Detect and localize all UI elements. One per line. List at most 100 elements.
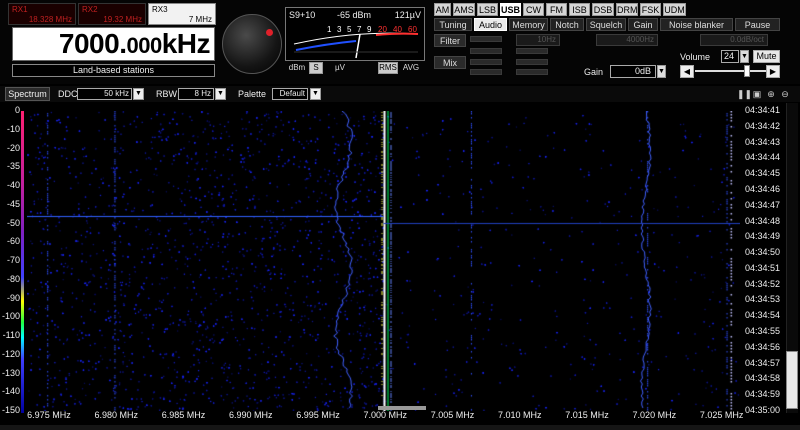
mode-fsk-button[interactable]: FSK	[640, 3, 661, 16]
pause-icon[interactable]: ❚❚	[737, 89, 752, 99]
x-tick-label: 7.005 MHz	[430, 410, 475, 420]
zoom-in-icon[interactable]: ⊕	[766, 89, 776, 99]
s-meter-needle	[355, 33, 361, 59]
mix-bar-3	[470, 69, 502, 75]
band-label: Land-based stations	[12, 64, 215, 77]
time-label: 04:34:42	[745, 120, 781, 131]
x-tick-label: 6.980 MHz	[94, 410, 138, 420]
time-label: 04:34:57	[745, 357, 781, 368]
save-icon[interactable]: ▣	[752, 89, 762, 99]
rx3-name: RX3	[152, 5, 168, 14]
zoom-out-icon[interactable]: ⊖	[780, 89, 790, 99]
waterfall-display[interactable]: 0 -10 -20 -35 -40 -45 -50 -60 -70 -80 -90 -100 -110 -…	[0, 103, 800, 430]
filter-low-field[interactable]: 10Hz	[516, 34, 560, 46]
filter-slope-field[interactable]: 0.0dB/oct	[700, 34, 768, 46]
x-tick-label: 7.025 MHz	[699, 410, 744, 420]
mode-isb-button[interactable]: ISB	[569, 3, 590, 16]
time-label: 04:34:50	[745, 247, 781, 258]
x-tick-label: 6.990 MHz	[228, 410, 273, 420]
x-tick-label: 6.975 MHz	[27, 410, 71, 420]
frequency-fine: 000	[126, 33, 162, 58]
mode-usb-button[interactable]: USB	[500, 3, 521, 16]
meter-uv-button[interactable]: µV	[332, 62, 348, 74]
time-label: 04:34:54	[745, 310, 781, 321]
time-label: 04:35:00	[745, 405, 781, 415]
y-tick-label: -20	[6, 142, 20, 153]
mix-bar-2	[516, 59, 548, 65]
y-tick-label: -140	[2, 386, 21, 397]
volume-field[interactable]: 24	[721, 50, 739, 63]
meter-s-button[interactable]: S	[309, 62, 323, 74]
volume-right-arrow-icon[interactable]: ▶	[766, 65, 780, 78]
frequency-display[interactable]: 7000.000kHz	[12, 27, 215, 61]
mode-dsb-button[interactable]: DSB	[592, 3, 614, 16]
x-tick-label: 7.015 MHz	[565, 410, 609, 420]
frequency-main: 7000.	[58, 28, 127, 59]
time-label: 04:34:41	[745, 105, 781, 115]
s-meter-scale: 1 3 5 7 9 20 40 60	[293, 25, 419, 59]
rbw-select[interactable]: 8 Hz	[178, 88, 214, 100]
time-label: 04:34:46	[745, 183, 781, 194]
tab-audio[interactable]: Audio	[474, 18, 507, 31]
rbw-dropdown-icon[interactable]: ▼	[215, 88, 226, 100]
gain-spin-icon[interactable]: ▼	[657, 65, 666, 78]
tab-noise-blanker[interactable]: Noise blanker	[660, 18, 733, 31]
y-tick-label: -80	[6, 273, 20, 284]
time-label: 04:34:52	[745, 278, 781, 289]
tab-tuning[interactable]: Tuning	[434, 18, 472, 31]
x-tick-label: 7.020 MHz	[632, 410, 677, 420]
y-tick-label: -60	[6, 236, 20, 247]
s-scale-5: 5	[347, 25, 352, 34]
volume-spin-icon[interactable]: ▼	[740, 50, 749, 63]
s-scale-60: 60	[408, 25, 417, 34]
tuning-knob[interactable]	[222, 14, 282, 74]
mode-cw-button[interactable]: CW	[523, 3, 544, 16]
waterfall-canvas[interactable]	[27, 111, 740, 411]
mute-button[interactable]: Mute	[753, 50, 780, 63]
y-tick-label: -10	[6, 123, 20, 134]
time-label: 04:34:47	[745, 199, 781, 210]
meter-dbm-button[interactable]: dBm	[287, 62, 307, 74]
tab-gain[interactable]: Gain	[628, 18, 658, 31]
time-label: 04:34:45	[745, 168, 781, 179]
vertical-scroll-thumb[interactable]	[786, 351, 798, 409]
ddc-bw-select[interactable]: 50 kHz	[77, 88, 132, 100]
gain-field[interactable]: 0dB	[610, 65, 656, 78]
mode-ams-button[interactable]: AMS	[453, 3, 475, 16]
meter-avg-button[interactable]: AVG	[400, 62, 422, 74]
mix-button[interactable]: Mix	[434, 56, 466, 69]
time-label: 04:34:59	[745, 389, 781, 400]
mode-am-button[interactable]: AM	[434, 3, 451, 16]
y-tick-label: -130	[2, 367, 21, 378]
time-label: 04:34:56	[745, 341, 781, 352]
spectrum-button[interactable]: Spectrum	[5, 87, 50, 101]
filter-high-field[interactable]: 4000Hz	[596, 34, 658, 46]
time-label: 04:34:51	[745, 262, 781, 273]
y-tick-label: -120	[2, 348, 21, 359]
rx3-tab[interactable]: RX3 7 MHz	[148, 3, 216, 25]
tab-squelch[interactable]: Squelch	[586, 18, 626, 31]
time-label: 04:34:49	[745, 231, 781, 242]
mode-drm-button[interactable]: DRM	[616, 3, 638, 16]
y-tick-label: -150	[2, 405, 21, 415]
frequency-unit: kHz	[161, 28, 211, 59]
volume-left-arrow-icon[interactable]: ◀	[680, 65, 694, 78]
mode-lsb-button[interactable]: LSB	[477, 3, 498, 16]
y-tick-label: -35	[6, 161, 20, 172]
filter-button[interactable]: Filter	[434, 34, 466, 47]
mix-bar-4	[516, 69, 548, 75]
tab-notch[interactable]: Notch	[550, 18, 584, 31]
rx1-tab[interactable]: RX1 18.328 MHz	[8, 3, 76, 25]
ddc-bw-dropdown-icon[interactable]: ▼	[133, 88, 144, 100]
mode-udm-button[interactable]: UDM	[663, 3, 686, 16]
palette-dropdown-icon[interactable]: ▼	[310, 88, 321, 100]
meter-rms-button[interactable]: RMS	[378, 62, 398, 74]
volume-slider-thumb[interactable]	[744, 65, 750, 77]
tab-pause[interactable]: Pause	[735, 18, 780, 31]
tab-memory[interactable]: Memory	[509, 18, 548, 31]
mode-fm-button[interactable]: FM	[546, 3, 567, 16]
horizontal-scroll-thumb[interactable]	[378, 406, 426, 410]
color-scale-bar	[21, 111, 24, 413]
rx2-tab[interactable]: RX2 19.32 MHz	[78, 3, 146, 25]
palette-select[interactable]: Default	[272, 88, 308, 100]
